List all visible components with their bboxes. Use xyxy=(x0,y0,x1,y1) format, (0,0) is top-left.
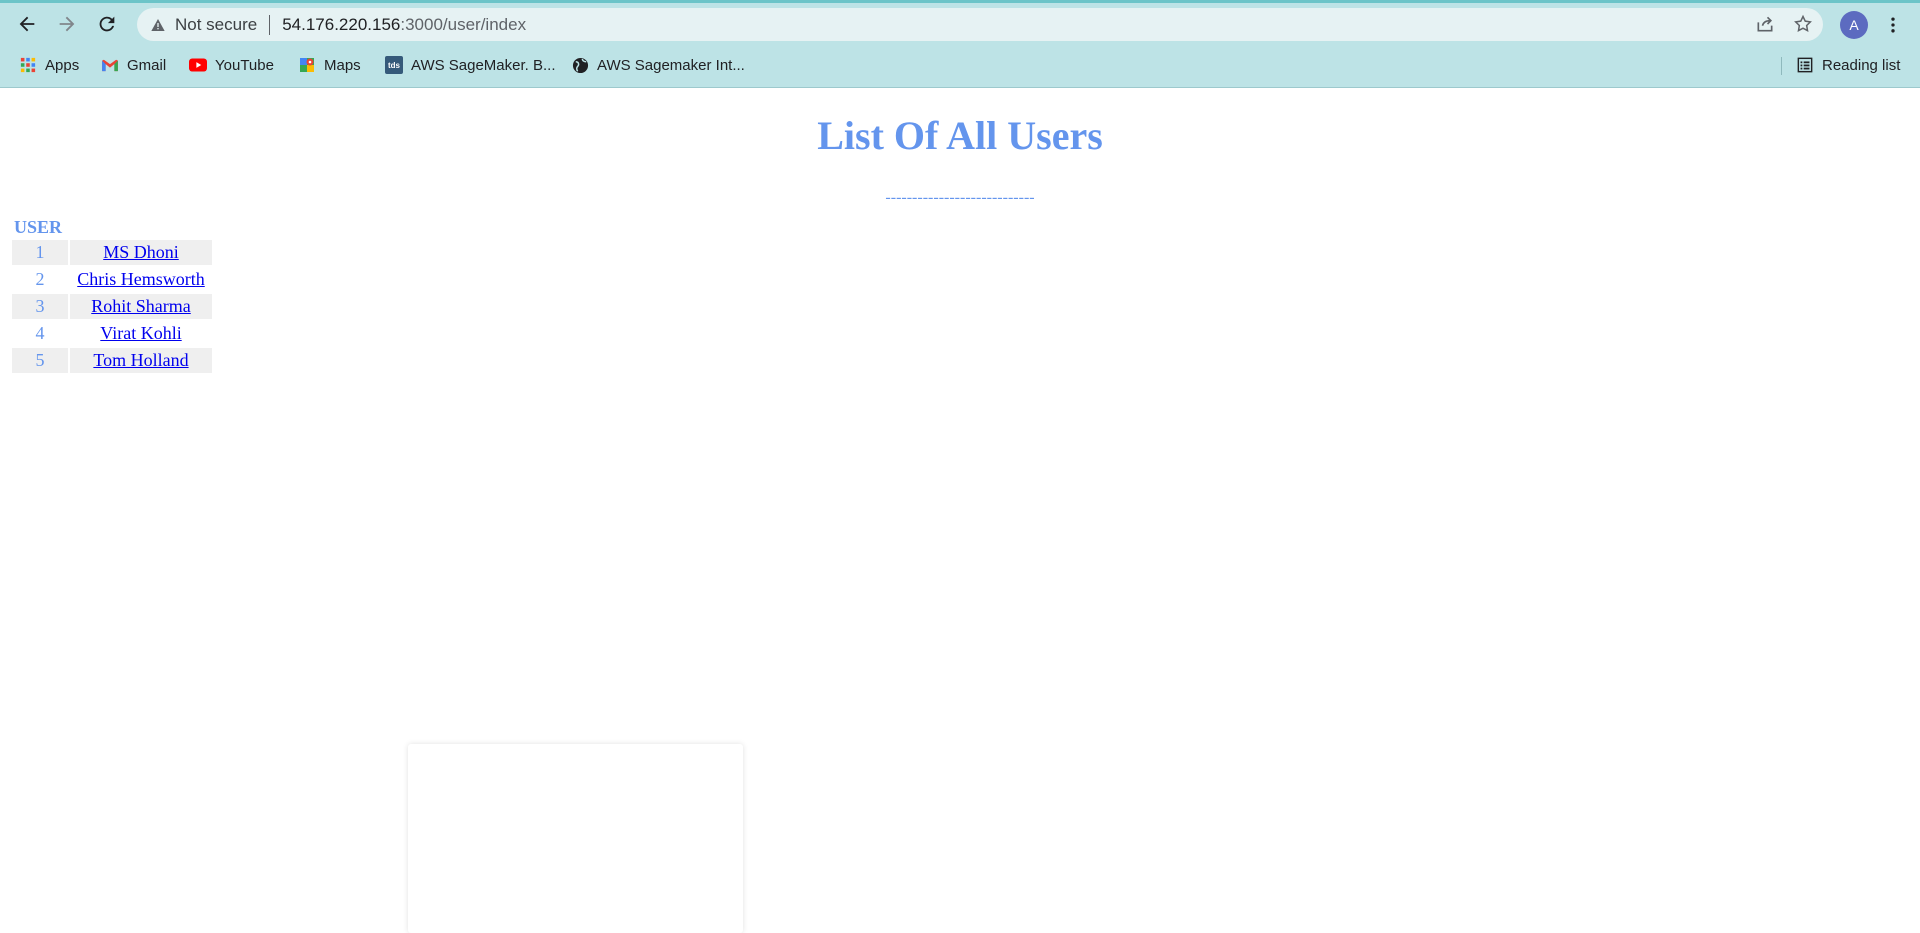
blank-popup-panel xyxy=(408,744,743,933)
bookmark-aws-sagemaker-b[interactable]: tds AWS SageMaker. B... xyxy=(385,51,556,79)
user-link[interactable]: Chris Hemsworth xyxy=(77,269,205,289)
row-number: 4 xyxy=(35,323,45,343)
apps-grid-icon xyxy=(19,56,37,74)
globe-icon xyxy=(571,56,589,74)
user-link[interactable]: Rohit Sharma xyxy=(91,296,191,316)
bookmark-label: AWS Sagemaker Int... xyxy=(597,56,745,74)
user-name-cell: Virat Kohli xyxy=(70,321,212,346)
url-path: :3000/user/index xyxy=(400,14,527,34)
bookmark-label: Apps xyxy=(45,56,80,74)
bookmark-label: Maps xyxy=(324,56,361,74)
bookmark-star-icon[interactable] xyxy=(1791,12,1815,36)
gmail-icon xyxy=(101,56,119,74)
bookmark-youtube[interactable]: YouTube xyxy=(189,51,274,79)
address-bar[interactable]: Not secure 54.176.220.156:3000/user/inde… xyxy=(137,8,1823,41)
row-number: 1 xyxy=(12,240,68,265)
bookmarks-bar: Apps Gmail YouTube Maps tds AWS SageMake… xyxy=(0,51,1920,79)
address-separator xyxy=(269,14,271,35)
table-row: 2 Chris Hemsworth xyxy=(12,267,212,292)
bookmark-maps[interactable]: Maps xyxy=(298,51,361,79)
bookmark-aws-sagemaker-int[interactable]: AWS Sagemaker Int... xyxy=(571,51,745,79)
reading-list-icon xyxy=(1796,56,1814,74)
user-name-cell: Rohit Sharma xyxy=(70,294,212,319)
kebab-menu-icon xyxy=(1891,17,1895,33)
reading-list-button[interactable]: Reading list xyxy=(1796,51,1900,79)
bookmark-label: Gmail xyxy=(127,56,167,74)
table-header-row: USER xyxy=(12,214,212,238)
profile-initial: A xyxy=(1849,17,1859,33)
url-host: 54.176.220.156 xyxy=(282,14,401,34)
table-row: 4 Virat Kohli xyxy=(12,321,212,346)
youtube-icon xyxy=(189,56,207,74)
table-row: 5 Tom Holland xyxy=(12,348,212,373)
user-table: USER 1 MS Dhoni 2 Chris Hemsworth 3 Rohi… xyxy=(10,212,214,375)
user-link[interactable]: Virat Kohli xyxy=(100,323,181,343)
forward-arrow-icon xyxy=(59,16,75,32)
back-button[interactable] xyxy=(12,9,42,39)
user-link[interactable]: Tom Holland xyxy=(93,350,188,370)
bookmarks-divider xyxy=(1781,57,1782,75)
row-number: 3 xyxy=(12,294,68,319)
bookmark-gmail[interactable]: Gmail xyxy=(101,51,166,79)
table-header-user: USER xyxy=(14,216,63,237)
browser-chrome: Not secure 54.176.220.156:3000/user/inde… xyxy=(0,0,1920,88)
warning-triangle-icon xyxy=(149,16,167,34)
user-link[interactable]: MS Dhoni xyxy=(103,242,179,262)
reload-icon xyxy=(99,16,115,32)
table-row: 3 Rohit Sharma xyxy=(12,294,212,319)
profile-avatar[interactable]: A xyxy=(1840,11,1868,39)
bookmark-label: YouTube xyxy=(215,56,274,74)
maps-icon xyxy=(298,56,316,74)
user-name-cell: Chris Hemsworth xyxy=(70,267,212,292)
user-name-cell: MS Dhoni xyxy=(70,240,212,265)
tab-strip-accent xyxy=(0,0,1920,3)
row-number: 5 xyxy=(12,348,68,373)
browser-menu-button[interactable] xyxy=(1880,11,1906,39)
tds-icon: tds xyxy=(385,56,403,74)
row-number: 2 xyxy=(35,269,45,289)
bookmark-label: AWS SageMaker. B... xyxy=(411,56,556,74)
back-arrow-icon xyxy=(19,16,35,32)
page-title: List Of All Users xyxy=(817,113,1103,158)
table-row: 1 MS Dhoni xyxy=(12,240,212,265)
user-name-cell: Tom Holland xyxy=(70,348,212,373)
title-divider: ---------------------------- xyxy=(885,189,1035,206)
reload-button[interactable] xyxy=(92,9,122,39)
security-status[interactable]: Not secure xyxy=(175,15,257,35)
bookmark-apps[interactable]: Apps xyxy=(19,51,79,79)
reading-list-label: Reading list xyxy=(1822,56,1901,74)
share-icon[interactable] xyxy=(1753,12,1777,36)
forward-button[interactable] xyxy=(52,9,82,39)
